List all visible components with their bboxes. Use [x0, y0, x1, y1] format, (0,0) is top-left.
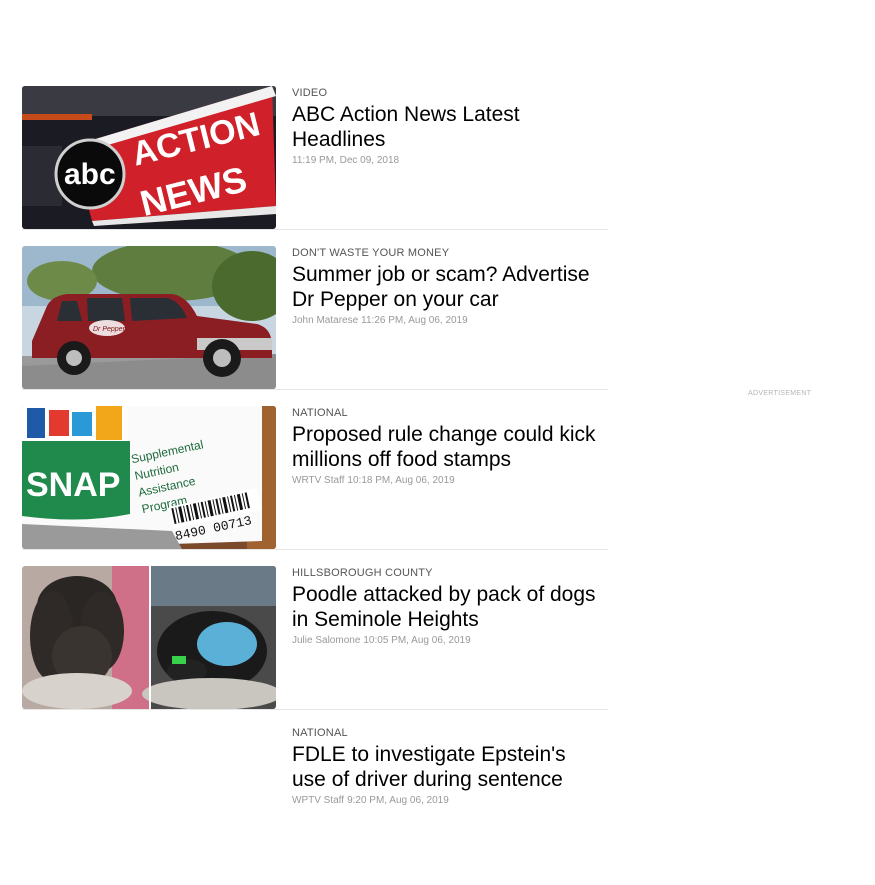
article-feed: abc ACTION NEWS VIDEO ABC Action News La…	[22, 86, 608, 885]
article-meta: 11:19 PM, Dec 09, 2018	[292, 155, 602, 167]
article-headline[interactable]: FDLE to investigate Epstein's use of dri…	[292, 742, 602, 792]
article-author[interactable]: WRTV Staff	[292, 475, 344, 486]
article-category[interactable]: DON'T WASTE YOUR MONEY	[292, 247, 602, 260]
article-timestamp: 11:19 PM, Dec 09, 2018	[292, 155, 400, 166]
article-item: NATIONAL FDLE to investigate Epstein's u…	[22, 726, 608, 869]
article-meta: Julie Salomone 10:05 PM, Aug 06, 2019	[292, 635, 602, 647]
article-item: Dr Pepper DON'T WASTE YOUR MONEY Summer …	[22, 246, 608, 390]
article-category[interactable]: HILLSBOROUGH COUNTY	[292, 567, 602, 580]
article-timestamp: 10:05 PM, Aug 06, 2019	[363, 635, 471, 646]
article-headline[interactable]: Summer job or scam? Advertise Dr Pepper …	[292, 262, 602, 312]
article-thumbnail[interactable]: Dr Pepper	[22, 246, 276, 389]
article-meta: John Matarese 11:26 PM, Aug 06, 2019	[292, 315, 602, 327]
article-thumbnail[interactable]	[22, 566, 276, 709]
article-thumbnail[interactable]: SNAP Supplemental Nutrition Assistance P…	[22, 406, 276, 549]
abc-logo-text: abc	[64, 158, 116, 191]
car-decal-text: Dr Pepper	[93, 326, 126, 333]
article-timestamp: 9:20 PM, Aug 06, 2019	[347, 795, 449, 806]
article-category[interactable]: NATIONAL	[292, 407, 602, 420]
snap-logo-text: SNAP	[26, 466, 120, 504]
article-timestamp: 11:26 PM, Aug 06, 2019	[361, 315, 468, 326]
article-headline[interactable]: Proposed rule change could kick millions…	[292, 422, 602, 472]
article-item: HILLSBOROUGH COUNTY Poodle attacked by p…	[22, 566, 608, 710]
article-category[interactable]: VIDEO	[292, 87, 602, 100]
article-headline[interactable]: ABC Action News Latest Headlines	[292, 102, 602, 152]
article-category[interactable]: NATIONAL	[292, 727, 602, 740]
article-item: abc ACTION NEWS VIDEO ABC Action News La…	[22, 86, 608, 230]
advertisement-label: ADVERTISEMENT	[748, 390, 812, 397]
article-author[interactable]: John Matarese	[292, 315, 358, 326]
article-meta: WRTV Staff 10:18 PM, Aug 06, 2019	[292, 475, 602, 487]
article-author[interactable]: Julie Salomone	[292, 635, 360, 646]
article-headline[interactable]: Poodle attacked by pack of dogs in Semin…	[292, 582, 602, 632]
article-author[interactable]: WPTV Staff	[292, 795, 344, 806]
article-item: SNAP Supplemental Nutrition Assistance P…	[22, 406, 608, 550]
article-thumbnail[interactable]: abc ACTION NEWS	[22, 86, 276, 229]
article-meta: WPTV Staff 9:20 PM, Aug 06, 2019	[292, 795, 602, 807]
article-timestamp: 10:18 PM, Aug 06, 2019	[347, 475, 455, 486]
